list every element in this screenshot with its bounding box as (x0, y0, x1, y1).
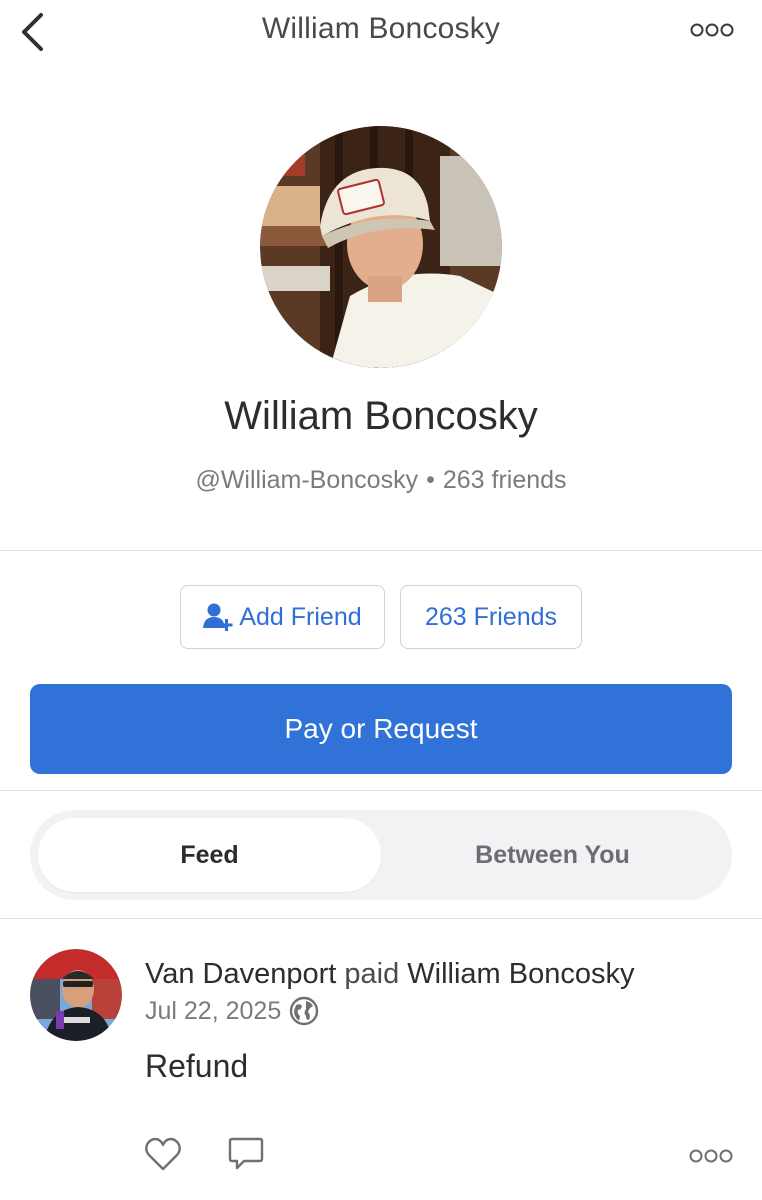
friends-count-link[interactable]: 263 friends (443, 466, 567, 494)
feed-actor-link[interactable]: Van Davenport (145, 958, 336, 990)
like-button[interactable] (143, 1134, 183, 1174)
more-dots-icon (690, 23, 734, 37)
username: @William-Boncosky (195, 466, 419, 494)
feed-verb: paid (344, 958, 400, 990)
profile-avatar (260, 126, 502, 368)
feed-item-more-button[interactable] (686, 1142, 736, 1170)
friends-button-label: 263 Friends (424, 602, 558, 631)
add-friend-button[interactable]: Add Friend (180, 585, 385, 649)
feed-target-link[interactable]: William Boncosky (407, 958, 634, 990)
feed-segmented-control: Feed Between You (30, 810, 732, 900)
globe-icon (289, 996, 319, 1026)
feed-item-note: Refund (145, 1048, 249, 1084)
header-title: William Boncosky (261, 12, 501, 45)
divider (0, 918, 762, 919)
pay-or-request-label: Pay or Request (284, 713, 478, 744)
feed-date: Jul 22, 2025 (145, 996, 282, 1025)
feed-item-title: Van Davenport paid William Boncosky (145, 958, 634, 991)
add-friend-label: Add Friend (239, 602, 362, 631)
top-bar: William Boncosky (0, 0, 762, 64)
add-person-icon (203, 602, 235, 632)
heart-icon (145, 1137, 181, 1171)
tab-feed[interactable]: Feed (38, 818, 381, 892)
profile-screen: William Boncosky William Boncosky @Willi… (0, 0, 762, 1200)
more-dots-icon (689, 1149, 733, 1163)
friends-list-button[interactable]: 263 Friends (400, 585, 582, 649)
profile-name: William Boncosky (224, 394, 538, 438)
feed-item-meta: Jul 22, 2025 (145, 996, 319, 1026)
comment-icon (228, 1137, 264, 1170)
more-options-button[interactable] (688, 16, 736, 44)
separator-dot: • (426, 466, 435, 494)
pay-or-request-button[interactable]: Pay or Request (30, 684, 732, 774)
comment-button[interactable] (226, 1134, 266, 1174)
divider (0, 790, 762, 791)
divider (0, 550, 762, 551)
tab-between-you[interactable]: Between You (381, 818, 724, 892)
feed-item-avatar[interactable] (30, 949, 122, 1041)
profile-subtitle: @William-Boncosky • 263 friends (0, 466, 762, 495)
